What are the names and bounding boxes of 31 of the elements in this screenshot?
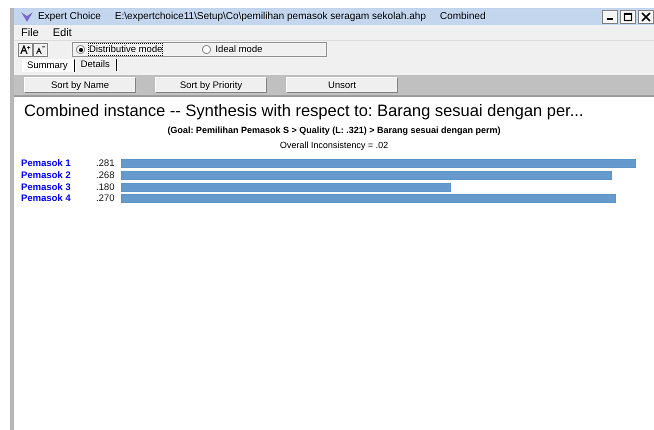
menu-item[interactable]: File	[20, 26, 40, 38]
tab[interactable]: Details	[74, 59, 117, 71]
close-button[interactable]	[638, 10, 654, 24]
window-title: Expert Choice	[38, 11, 101, 22]
font-smaller-button[interactable]	[33, 42, 48, 56]
alternative-link[interactable]: Pemasok 2	[14, 170, 96, 182]
alternative-link[interactable]: Pemasok 1	[14, 158, 96, 170]
sort-button[interactable]: Sort by Priority	[155, 77, 267, 93]
synthesis-heading: Combined instance -- Synthesis with respect to: Barang sesuai dengan per...	[23, 101, 584, 121]
radio-option[interactable]: Distributive mode	[76, 44, 162, 55]
priority-value: .270	[96, 193, 116, 204]
minimize-button[interactable]	[602, 10, 618, 24]
sort-button[interactable]: Unsort	[286, 77, 398, 93]
file-path: E:\expertchoice11\Setup\Co\pemilihan pemasok seragam sekolah.ahp	[114, 11, 426, 22]
radio-option[interactable]: Ideal mode	[202, 44, 262, 55]
priority-value: .281	[96, 158, 116, 170]
minimize-icon	[607, 18, 613, 20]
alternative-link[interactable]: Pemasok 4	[14, 193, 96, 204]
view-mode: Combined	[440, 11, 486, 22]
font-larger-button[interactable]	[18, 42, 33, 56]
menu-item[interactable]: Edit	[52, 26, 73, 38]
priority-value: .268	[96, 170, 116, 182]
maximize-button[interactable]	[620, 10, 636, 24]
goal-path: (Goal: Pemilihan Pemasok S > Quality (L: .321) > Barang sesuai dengan perm)	[166, 124, 502, 136]
priority-value: .180	[96, 182, 116, 193]
tab[interactable]: Summary	[22, 58, 75, 72]
inconsistency-text: Overall Inconsistency = .02	[278, 139, 390, 151]
alternative-link[interactable]: Pemasok 3	[14, 182, 96, 193]
maximize-icon	[622, 12, 634, 22]
close-icon	[640, 12, 652, 22]
sort-button[interactable]: Sort by Name	[24, 77, 136, 93]
